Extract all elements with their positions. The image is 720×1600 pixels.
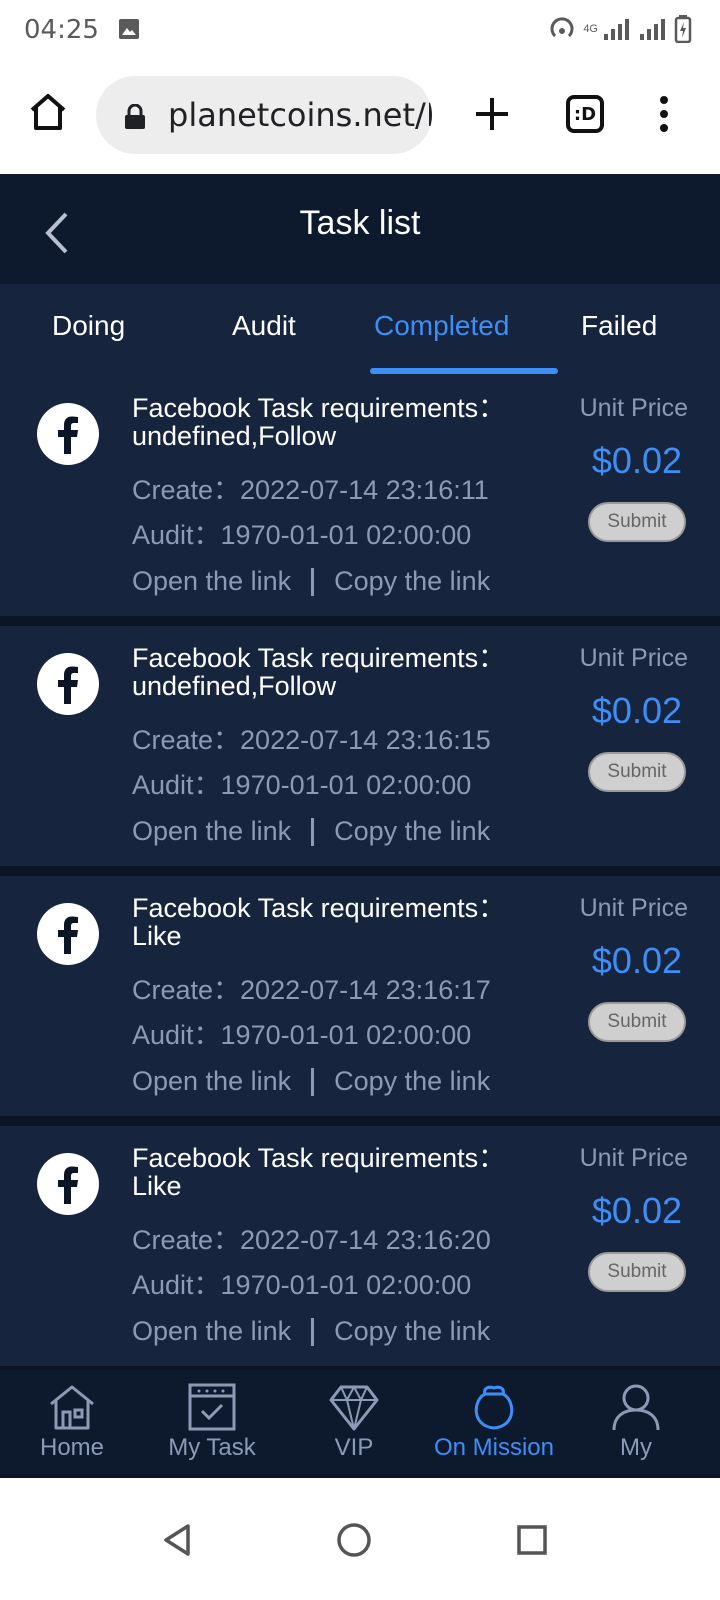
copy-link-button[interactable]: Copy the link [334, 816, 490, 847]
link-divider [311, 1067, 315, 1096]
task-audit-time: Audit：1970-01-01 02:00:00 [132, 770, 472, 800]
task-audit-time: Audit：1970-01-01 02:00:00 [132, 1020, 472, 1050]
task-card: Facebook Task requirements：Like Create：2… [0, 1126, 720, 1366]
copy-link-button[interactable]: Copy the link [334, 1316, 490, 1347]
open-link-button[interactable]: Open the link [132, 566, 291, 597]
page-title: Task list [299, 204, 421, 242]
signal-icon-2 [640, 19, 665, 40]
image-notification-icon [119, 19, 139, 39]
status-bar: 04:25 4G [0, 0, 720, 60]
link-actions: Open the link Copy the link [132, 1316, 490, 1347]
active-tab-indicator [370, 368, 558, 374]
nav-vip[interactable]: VIP [282, 1370, 426, 1474]
browser-home-icon[interactable] [28, 92, 68, 132]
task-audit-time: Audit：1970-01-01 02:00:00 [132, 520, 472, 550]
submit-button[interactable]: Submit [588, 1252, 686, 1292]
diamond-icon [329, 1384, 379, 1431]
task-title: Facebook Task requirements：undefined,Fol… [132, 393, 506, 451]
task-title: Facebook Task requirements：undefined,Fol… [132, 643, 506, 701]
tab-switcher-button[interactable]: :D [566, 95, 604, 133]
tab-switcher-label: :D [573, 103, 597, 125]
hotspot-icon [550, 17, 574, 38]
open-link-button[interactable]: Open the link [132, 1066, 291, 1097]
facebook-icon [37, 1153, 99, 1215]
open-link-button[interactable]: Open the link [132, 816, 291, 847]
home-circle-icon[interactable] [334, 1520, 374, 1560]
submit-button[interactable]: Submit [588, 752, 686, 792]
app-content: Task list Doing Audit Completed Failed F… [0, 174, 720, 1504]
tab-failed[interactable]: Failed [581, 310, 657, 342]
nav-on-mission-label: On Mission [433, 1434, 555, 1461]
facebook-icon [37, 903, 99, 965]
nav-vip-label: VIP [334, 1434, 374, 1461]
system-navigation-bar [0, 1478, 720, 1600]
tab-doing[interactable]: Doing [52, 310, 125, 342]
unit-price-label: Unit Price [579, 394, 688, 422]
task-create-time: Create：2022-07-14 23:16:11 [132, 475, 489, 505]
calendar-check-icon [188, 1383, 236, 1431]
nav-home[interactable]: Home [0, 1370, 144, 1474]
task-card: Facebook Task requirements：undefined,Fol… [0, 376, 720, 616]
back-triangle-icon[interactable] [158, 1520, 198, 1560]
tab-completed[interactable]: Completed [374, 310, 509, 342]
facebook-icon [37, 653, 99, 715]
status-icons: 4G [549, 14, 692, 44]
nav-my-label: My [620, 1434, 652, 1461]
link-divider [311, 1317, 315, 1346]
link-actions: Open the link Copy the link [132, 566, 490, 597]
status-time: 04:25 [24, 15, 99, 45]
more-vert-icon[interactable] [654, 94, 674, 134]
task-card: Facebook Task requirements：undefined,Fol… [0, 626, 720, 866]
recents-square-icon[interactable] [512, 1520, 552, 1560]
link-divider [311, 567, 315, 596]
battery-icon [674, 15, 692, 43]
open-link-button[interactable]: Open the link [132, 1316, 291, 1347]
app-header: Task list [0, 174, 720, 284]
submit-button[interactable]: Submit [588, 502, 686, 542]
network-type-label: 4G [583, 23, 598, 35]
nav-my-task-label: My Task [168, 1434, 256, 1461]
unit-price-label: Unit Price [579, 894, 688, 922]
task-create-time: Create：2022-07-14 23:16:15 [132, 725, 491, 755]
task-create-time: Create：2022-07-14 23:16:17 [132, 975, 491, 1005]
url-text: planetcoins.net/H [168, 96, 432, 134]
task-audit-time: Audit：1970-01-01 02:00:00 [132, 1270, 472, 1300]
unit-price-value: $0.02 [591, 940, 682, 981]
unit-price-value: $0.02 [591, 440, 682, 481]
signal-icon [604, 19, 629, 40]
link-actions: Open the link Copy the link [132, 1066, 490, 1097]
link-actions: Open the link Copy the link [132, 816, 490, 847]
nav-my[interactable]: My [564, 1370, 708, 1474]
facebook-icon [37, 403, 99, 465]
unit-price-label: Unit Price [579, 644, 688, 672]
task-create-time: Create：2022-07-14 23:16:20 [132, 1225, 491, 1255]
unit-price-value: $0.02 [591, 1190, 682, 1231]
status-tabs: Doing Audit Completed Failed [0, 284, 720, 376]
bottom-nav: Home My Task VIP On Mission My [0, 1370, 720, 1474]
unit-price-value: $0.02 [591, 690, 682, 731]
copy-link-button[interactable]: Copy the link [334, 566, 490, 597]
lock-icon [125, 104, 145, 129]
task-title: Facebook Task requirements：Like [132, 1143, 506, 1201]
new-tab-icon[interactable] [472, 94, 512, 134]
unit-price-label: Unit Price [579, 1144, 688, 1172]
money-bag-icon [474, 1385, 514, 1430]
home-icon [50, 1385, 94, 1430]
address-bar[interactable]: planetcoins.net/H [96, 76, 432, 154]
user-icon [612, 1384, 660, 1431]
task-card: Facebook Task requirements：Like Create：2… [0, 876, 720, 1116]
browser-toolbar: planetcoins.net/H :D [0, 60, 720, 174]
link-divider [311, 817, 315, 846]
nav-on-mission[interactable]: On Mission [422, 1370, 566, 1474]
submit-button[interactable]: Submit [588, 1002, 686, 1042]
copy-link-button[interactable]: Copy the link [334, 1066, 490, 1097]
nav-home-label: Home [39, 1434, 105, 1461]
tab-audit[interactable]: Audit [232, 310, 296, 342]
nav-my-task[interactable]: My Task [140, 1370, 284, 1474]
task-title: Facebook Task requirements：Like [132, 893, 506, 951]
